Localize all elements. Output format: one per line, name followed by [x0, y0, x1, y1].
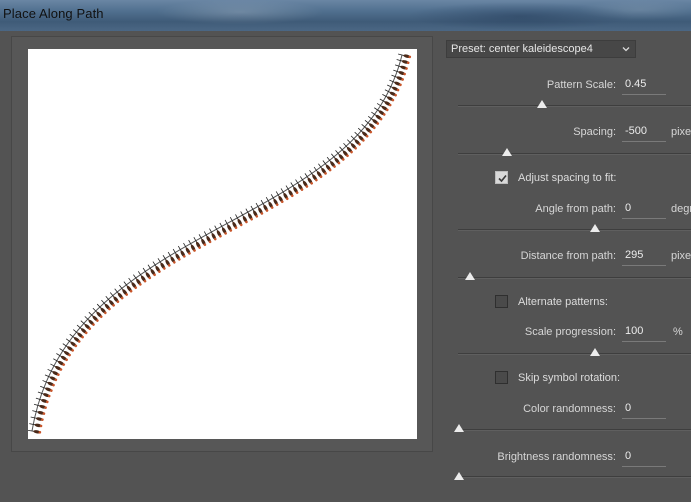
distance-from-path-unit: pixe [671, 250, 691, 262]
angle-from-path-track[interactable] [458, 229, 691, 231]
preview-canvas [28, 49, 417, 439]
color-randomness-label: Color randomness: [523, 403, 616, 415]
path-symbol [40, 385, 53, 392]
preset-select[interactable]: Preset: center kaleidescope4 [446, 40, 636, 58]
brightness-randomness-field[interactable]: 0 [622, 448, 666, 467]
skip-symbol-rotation-label: Skip symbol rotation: [518, 372, 621, 384]
path-symbol [29, 423, 43, 428]
checkmark-icon [498, 174, 507, 183]
angle-from-path-unit: degr [671, 203, 691, 215]
scale-progression-label: Scale progression: [524, 326, 616, 338]
brightness-randomness-track[interactable] [458, 476, 691, 478]
scale-progression-track[interactable] [458, 353, 691, 355]
distance-from-path-slider[interactable] [465, 272, 475, 280]
preset-select-label: Preset: center kaleidescope4 [451, 43, 593, 55]
pattern-scale-track[interactable] [458, 105, 691, 107]
title-bar[interactable]: Place Along Path [0, 0, 691, 31]
spacing-slider[interactable] [502, 148, 512, 156]
spacing-unit: pixe [671, 126, 691, 138]
path-symbol [394, 64, 408, 70]
path-preview [28, 53, 412, 434]
distance-from-path-field[interactable]: 295 [622, 247, 666, 266]
spacing-label: Spacing: [573, 126, 616, 138]
path-symbol [398, 53, 412, 59]
path-symbol [28, 429, 42, 434]
alternate-patterns-label: Alternate patterns: [518, 296, 608, 308]
skip-symbol-rotation-checkbox[interactable] [495, 371, 508, 384]
scale-progression-slider[interactable] [590, 348, 600, 356]
color-randomness-slider[interactable] [454, 424, 464, 432]
scale-progression-unit: % [673, 326, 683, 338]
spacing-track[interactable] [458, 153, 691, 155]
path-symbol [393, 69, 406, 76]
path-symbol [33, 403, 47, 409]
pattern-scale-slider[interactable] [537, 100, 547, 108]
window-title: Place Along Path [3, 6, 104, 21]
alternate-patterns-checkbox[interactable] [495, 295, 508, 308]
scale-progression-field[interactable]: 100 [622, 323, 666, 342]
angle-from-path-field[interactable]: 0 [622, 200, 666, 219]
adjust-spacing-label: Adjust spacing to fit: [518, 172, 617, 184]
path-symbol [30, 416, 44, 421]
pattern-scale-label: Pattern Scale: [546, 79, 616, 91]
color-randomness-track[interactable] [458, 429, 691, 431]
distance-from-path-label: Distance from path: [520, 250, 616, 262]
pattern-scale-field[interactable]: 0.45 [622, 76, 666, 95]
distance-from-path-track[interactable] [458, 277, 691, 279]
path-symbol [35, 397, 49, 404]
brightness-randomness-label: Brightness randomness: [497, 451, 616, 463]
guide-path [31, 54, 403, 432]
path-symbol [32, 410, 46, 415]
angle-from-path-slider[interactable] [590, 224, 600, 232]
color-randomness-field[interactable]: 0 [622, 400, 666, 419]
chevron-down-icon [622, 47, 630, 52]
brightness-randomness-slider[interactable] [454, 472, 464, 480]
angle-from-path-label: Angle from path: [535, 203, 616, 215]
spacing-field[interactable]: -500 [622, 123, 666, 142]
path-symbol [396, 59, 410, 65]
adjust-spacing-checkbox[interactable] [495, 171, 508, 184]
path-symbol [37, 391, 51, 398]
